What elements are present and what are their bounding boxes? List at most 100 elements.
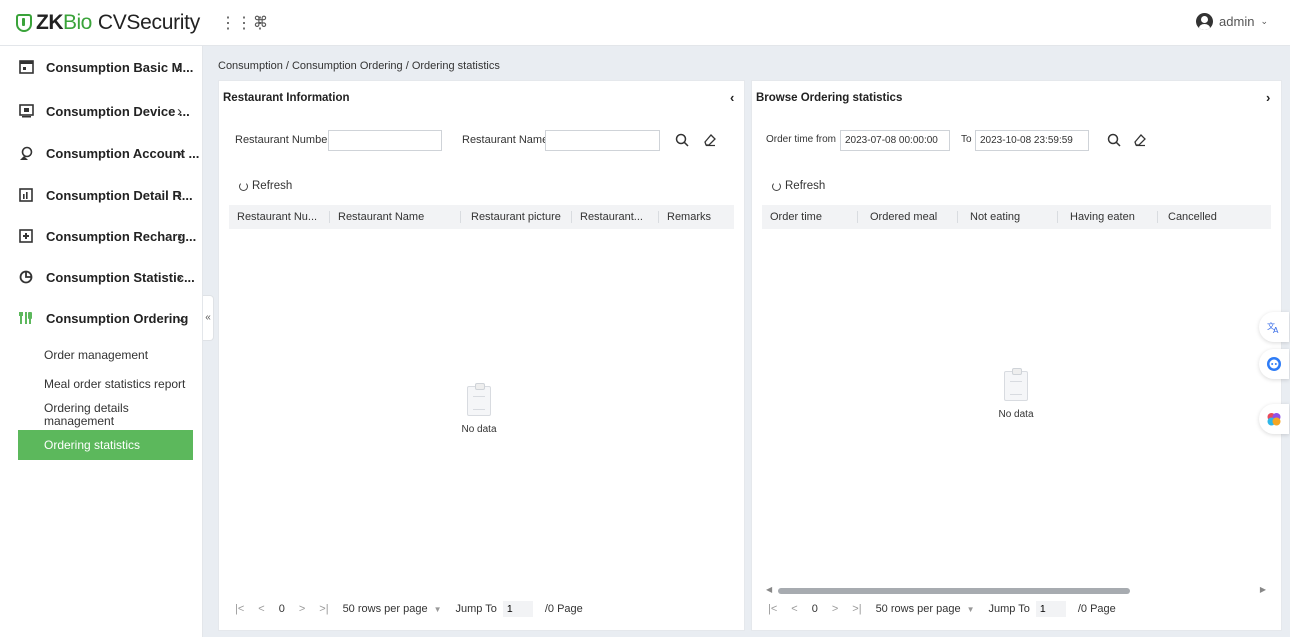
collapse-right-arrow-icon[interactable]: › bbox=[1266, 90, 1270, 105]
sidebar-item-account[interactable]: Consumption Account ... › bbox=[0, 134, 203, 172]
column-having-eaten[interactable]: Having eaten bbox=[1058, 205, 1158, 229]
refresh-label: Refresh bbox=[252, 180, 293, 192]
jump-page-input[interactable] bbox=[1035, 601, 1066, 617]
first-page-icon[interactable]: |< bbox=[768, 603, 777, 615]
first-page-icon[interactable]: |< bbox=[235, 603, 244, 615]
user-menu[interactable]: admin ⌄ bbox=[1196, 13, 1268, 30]
logo-bio-text: Bio bbox=[63, 11, 92, 34]
column-restaurant-picture[interactable]: Restaurant picture bbox=[461, 205, 572, 229]
search-icon[interactable] bbox=[673, 131, 691, 149]
user-name: admin bbox=[1219, 14, 1255, 29]
collapse-left-arrow-icon[interactable]: ‹ bbox=[730, 90, 734, 105]
clear-eraser-icon[interactable] bbox=[1131, 131, 1149, 149]
sidebar-item-statistics[interactable]: Consumption Statistic... › bbox=[0, 258, 203, 296]
rows-per-page-select[interactable]: 50 rows per page ▼ bbox=[876, 603, 975, 615]
sub-item-ordering-statistics[interactable]: Ordering statistics bbox=[18, 430, 193, 460]
chevron-right-icon: › bbox=[177, 102, 182, 120]
sidebar-item-label: Consumption Recharg... bbox=[46, 228, 197, 244]
empty-text: No data bbox=[461, 424, 497, 435]
order-time-to-label: To bbox=[961, 134, 972, 145]
rows-per-page-value: 50 rows per page bbox=[342, 603, 428, 615]
translate-icon[interactable]: 文A bbox=[1259, 312, 1289, 342]
prev-page-icon[interactable]: < bbox=[258, 603, 264, 615]
column-label: Restaurant... bbox=[580, 211, 643, 223]
total-pages: /0 Page bbox=[544, 603, 583, 615]
record-count: 0 bbox=[278, 603, 285, 615]
column-label: Remarks bbox=[667, 211, 712, 223]
jump-page-input[interactable] bbox=[502, 601, 533, 617]
refresh-button[interactable]: Refresh bbox=[239, 180, 292, 192]
sidebar-item-recharge[interactable]: Consumption Recharg... › bbox=[0, 217, 203, 255]
account-icon bbox=[18, 145, 34, 161]
column-order-time[interactable]: Order time bbox=[762, 205, 858, 229]
ordering-icon bbox=[18, 310, 34, 326]
table-header: Restaurant Nu... Restaurant Name Restaur… bbox=[229, 205, 734, 229]
empty-state: No data bbox=[449, 383, 509, 435]
column-restaurant-number[interactable]: Restaurant Nu... bbox=[229, 205, 330, 229]
column-label: Not eating bbox=[970, 211, 1021, 223]
ai-brain-icon[interactable] bbox=[1259, 404, 1289, 434]
column-not-eating[interactable]: Not eating bbox=[958, 205, 1058, 229]
jump-to-label: Jump To bbox=[988, 603, 1030, 615]
horizontal-scrollbar[interactable]: ◀ ▶ bbox=[766, 585, 1266, 595]
breadcrumb: Consumption / Consumption Ordering / Ord… bbox=[218, 60, 500, 72]
sidebar-collapse-toggle[interactable]: « bbox=[203, 295, 214, 341]
column-restaurant-extra[interactable]: Restaurant... bbox=[572, 205, 659, 229]
order-time-from-input[interactable] bbox=[840, 130, 950, 151]
sidebar-item-device[interactable]: Consumption Device ... › bbox=[0, 92, 203, 130]
column-ordered-meal[interactable]: Ordered meal bbox=[858, 205, 958, 229]
sidebar-item-label: Consumption Detail R... bbox=[46, 187, 193, 203]
column-label: Order time bbox=[770, 211, 822, 223]
column-label: Ordered meal bbox=[870, 211, 938, 223]
chevron-right-icon: › bbox=[177, 268, 182, 286]
sub-item-order-management[interactable]: Order management bbox=[44, 349, 148, 362]
column-label: Restaurant picture bbox=[471, 211, 561, 223]
column-remarks[interactable]: Remarks bbox=[659, 205, 734, 229]
last-page-icon[interactable]: >| bbox=[319, 603, 328, 615]
next-page-icon[interactable]: > bbox=[299, 603, 305, 615]
top-bar: ZK Bio CVSecurity ⋮⋮⋮ ⌘ admin ⌄ bbox=[0, 0, 1290, 46]
search-icon[interactable] bbox=[1105, 131, 1123, 149]
sidebar-item-label: Consumption Ordering bbox=[46, 310, 189, 326]
sub-item-meal-order-statistics-report[interactable]: Meal order statistics report bbox=[44, 378, 185, 391]
sidebar-item-basic-management[interactable]: Consumption Basic M... › bbox=[0, 48, 203, 86]
column-cancelled[interactable]: Cancelled bbox=[1158, 205, 1271, 229]
rows-per-page-select[interactable]: 50 rows per page ▼ bbox=[343, 603, 442, 615]
next-page-icon[interactable]: > bbox=[832, 603, 838, 615]
statistics-icon bbox=[18, 269, 34, 285]
refresh-icon bbox=[772, 181, 781, 191]
sidebar-item-ordering[interactable]: Consumption Ordering ⌄ bbox=[0, 299, 203, 337]
basic-management-icon bbox=[18, 59, 34, 75]
clear-eraser-icon[interactable] bbox=[701, 131, 719, 149]
refresh-button[interactable]: Refresh bbox=[772, 180, 825, 192]
command-icon[interactable]: ⌘ bbox=[253, 13, 268, 31]
restaurant-number-input[interactable] bbox=[328, 130, 442, 151]
chevron-right-icon: › bbox=[177, 227, 182, 245]
app-logo[interactable]: ZK Bio CVSecurity bbox=[16, 10, 200, 36]
jump-to-label: Jump To bbox=[455, 603, 497, 615]
prev-page-icon[interactable]: < bbox=[791, 603, 797, 615]
scroll-left-icon[interactable]: ◀ bbox=[766, 585, 772, 594]
column-label: Restaurant Name bbox=[338, 211, 425, 223]
sidebar-item-detail-report[interactable]: Consumption Detail R... › bbox=[0, 176, 203, 214]
empty-state: No data bbox=[986, 368, 1046, 420]
sub-item-ordering-details-management[interactable]: Ordering details management bbox=[44, 402, 174, 428]
sidebar-item-label: Consumption Basic M... bbox=[46, 59, 194, 75]
restaurant-name-input[interactable] bbox=[545, 130, 660, 151]
column-restaurant-name[interactable]: Restaurant Name bbox=[330, 205, 461, 229]
total-pages: /0 Page bbox=[1077, 603, 1116, 615]
chevron-down-icon: ⌄ bbox=[1260, 16, 1268, 26]
scrollbar-thumb[interactable] bbox=[778, 588, 1130, 594]
scroll-right-icon[interactable]: ▶ bbox=[1260, 585, 1266, 594]
chat-assistant-icon[interactable] bbox=[1259, 349, 1289, 379]
panel-title: Restaurant Information bbox=[223, 92, 350, 104]
device-icon bbox=[18, 103, 34, 119]
pagination: |< < 0 > >| 50 rows per page ▼ Jump To /… bbox=[768, 601, 1130, 617]
order-time-to-input[interactable] bbox=[975, 130, 1089, 151]
restaurant-information-panel: Restaurant Information ‹ Restaurant Numb… bbox=[218, 80, 745, 631]
column-label: Having eaten bbox=[1070, 211, 1135, 223]
dropdown-arrow-icon: ▼ bbox=[433, 604, 442, 614]
logo-cv-text: CVSecurity bbox=[97, 11, 200, 34]
last-page-icon[interactable]: >| bbox=[852, 603, 861, 615]
refresh-label: Refresh bbox=[785, 180, 826, 192]
